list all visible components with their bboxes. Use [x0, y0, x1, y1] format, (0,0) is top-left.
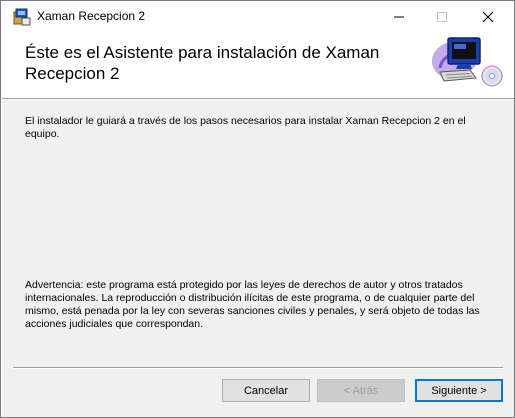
wizard-body: El instalador le guiará a través de los … [2, 100, 514, 370]
installer-app-icon [13, 8, 31, 26]
intro-text: El instalador le guiará a través de los … [25, 115, 466, 140]
next-button[interactable]: Siguiente > [415, 379, 503, 402]
back-button: < Atrás [317, 379, 405, 402]
wizard-header: Éste es el Asistente para instalación de… [2, 32, 514, 98]
copyright-warning: Advertencia: este programa está protegid… [25, 279, 480, 330]
close-button[interactable] [465, 1, 511, 32]
minimize-button[interactable] [376, 1, 422, 32]
maximize-button [419, 1, 465, 32]
close-icon [482, 11, 494, 22]
computer-install-icon [426, 34, 506, 92]
page-title: Éste es el Asistente para instalación de… [25, 43, 380, 83]
window-title: Xaman Recepcion 2 [37, 9, 146, 23]
cancel-button[interactable]: Cancelar [222, 379, 310, 402]
title-bar[interactable]: Xaman Recepcion 2 [1, 1, 514, 32]
installer-window: Xaman Recepcion 2 Éste es el Asistente p… [0, 0, 515, 418]
wizard-footer: Cancelar < Atrás Siguiente > [2, 369, 514, 417]
